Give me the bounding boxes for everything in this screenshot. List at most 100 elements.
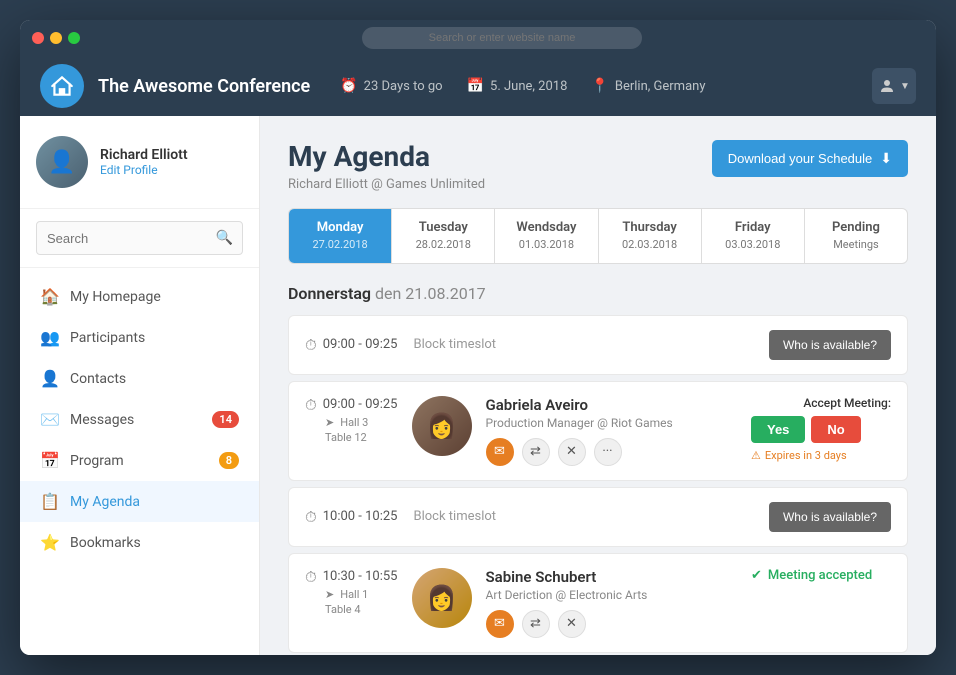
clock-icon: ⏱ [305, 508, 317, 526]
accepted-label: Meeting accepted [768, 568, 872, 583]
app-logo [40, 64, 84, 108]
time-range: ⏱ 09:00 - 09:25 [305, 396, 398, 414]
close-action-icon[interactable]: ✕ [558, 438, 586, 466]
timeslot-action: Who is available? [769, 330, 891, 360]
titlebar [20, 20, 936, 56]
navigate-icon: ➤ [325, 588, 334, 601]
sidebar-item-label: My Homepage [70, 289, 161, 305]
close-action-icon[interactable]: ✕ [558, 610, 586, 638]
tab-monday[interactable]: Monday 27.02.2018 [289, 209, 392, 263]
section-day: Donnerstag [288, 284, 371, 303]
sidebar-item-label: Program [70, 453, 124, 469]
titlebar-search-input[interactable] [362, 27, 642, 49]
time-text: 10:30 - 10:55 [323, 569, 398, 584]
logo-icon [49, 73, 75, 99]
tab-thursday[interactable]: Thursday 02.03.2018 [599, 209, 702, 263]
time-text: 09:00 - 09:25 [323, 397, 398, 412]
navigate-icon: ➤ [325, 416, 334, 429]
close-dot[interactable] [32, 32, 44, 44]
timeslot-row: ⏱ 10:30 - 10:55 ➤ Hall 1 Table 4 👩 Sabin… [288, 553, 908, 653]
time-block: ⏱ 09:00 - 09:25 ➤ Hall 3 Table 12 [305, 396, 398, 444]
search-wrap: 🔍 [36, 221, 243, 255]
who-is-available-button[interactable]: Who is available? [769, 330, 891, 360]
email-action-icon[interactable]: ✉ [486, 438, 514, 466]
sidebar-item-label: Bookmarks [70, 535, 141, 551]
table-location: Table 12 [305, 431, 398, 444]
who-is-available-button[interactable]: Who is available? [769, 502, 891, 532]
meeting-person-name: Gabriela Aveiro [486, 396, 752, 414]
expires-label: Expires in 3 days [765, 449, 847, 462]
section-date: den 21.08.2017 [375, 284, 486, 303]
clock-icon: ⏱ [305, 396, 317, 414]
time-range: ⏱ 10:30 - 10:55 [305, 568, 398, 586]
tab-friday[interactable]: Friday 03.03.2018 [702, 209, 805, 263]
time-block: ⏱ 10:00 - 10:25 [305, 508, 398, 526]
sidebar-item-label: Messages [70, 412, 134, 428]
expires-text: ⚠ Expires in 3 days [751, 449, 891, 462]
sidebar-item-messages[interactable]: ✉️ Messages 14 [20, 399, 259, 440]
sidebar-item-bookmarks[interactable]: ⭐ Bookmarks [20, 522, 259, 563]
shuffle-action-icon[interactable]: ⇄ [522, 610, 550, 638]
search-input[interactable] [36, 221, 243, 255]
meeting-person-role: Production Manager @ Riot Games [486, 416, 752, 430]
days-to-go-text: 23 Days to go [364, 79, 443, 94]
page-subtitle: Richard Elliott @ Games Unlimited [288, 177, 485, 192]
clock-icon: ⏱ [305, 568, 317, 586]
messages-icon: ✉️ [40, 410, 58, 429]
page-title: My Agenda [288, 140, 485, 173]
more-action-icon[interactable]: ··· [594, 438, 622, 466]
sidebar-item-myagenda[interactable]: 📋 My Agenda [20, 481, 259, 522]
conference-date: 📅 5. June, 2018 [467, 78, 568, 94]
time-text: 10:00 - 10:25 [323, 509, 398, 524]
profile-name: Richard Elliott [100, 147, 243, 163]
table-text: Table 12 [325, 431, 367, 444]
meeting-actions: ✉ ⇄ ✕ [486, 610, 752, 638]
avatar-image: 👤 [36, 136, 88, 188]
download-schedule-button[interactable]: Download your Schedule ⬇ [712, 140, 908, 177]
table-location: Table 4 [305, 603, 398, 616]
tab-day-date: Meetings [813, 237, 899, 252]
tab-day-name: Wendsday [503, 219, 589, 237]
time-range: ⏱ 10:00 - 10:25 [305, 508, 398, 526]
sidebar-item-program[interactable]: 📅 Program 8 [20, 440, 259, 481]
accept-meeting-label: Accept Meeting: [751, 396, 891, 410]
time-block: ⏱ 10:30 - 10:55 ➤ Hall 1 Table 4 [305, 568, 398, 616]
app-meta: ⏰ 23 Days to go 📅 5. June, 2018 📍 Berlin… [340, 78, 705, 94]
tab-day-name: Monday [297, 219, 383, 237]
conference-date-text: 5. June, 2018 [490, 79, 567, 94]
meeting-person-name: Sabine Schubert [486, 568, 752, 586]
maximize-dot[interactable] [68, 32, 80, 44]
email-action-icon[interactable]: ✉ [486, 610, 514, 638]
location-icon: 📍 [591, 78, 608, 94]
minimize-dot[interactable] [50, 32, 62, 44]
program-icon: 📅 [40, 451, 58, 470]
user-menu-button[interactable]: ▼ [872, 68, 916, 104]
titlebar-search-area [80, 27, 924, 49]
page-header-left: My Agenda Richard Elliott @ Games Unlimi… [288, 140, 485, 192]
sidebar-item-participants[interactable]: 👥 Participants [20, 317, 259, 358]
sidebar: 👤 Richard Elliott Edit Profile 🔍 🏠 My Ho… [20, 116, 260, 655]
meeting-person-avatar: 👩 [412, 568, 472, 628]
meeting-person-avatar: 👩 [412, 396, 472, 456]
shuffle-action-icon[interactable]: ⇄ [522, 438, 550, 466]
conference-location-text: Berlin, Germany [615, 79, 706, 94]
tab-pending[interactable]: Pending Meetings [805, 209, 907, 263]
participants-icon: 👥 [40, 328, 58, 347]
accept-yes-button[interactable]: Yes [751, 416, 805, 443]
tab-tuesday[interactable]: Tuesday 28.02.2018 [392, 209, 495, 263]
edit-profile-link[interactable]: Edit Profile [100, 163, 243, 177]
conference-location: 📍 Berlin, Germany [591, 78, 705, 94]
table-text: Table 4 [325, 603, 361, 616]
tab-wednesday[interactable]: Wendsday 01.03.2018 [495, 209, 598, 263]
tab-day-date: 28.02.2018 [400, 237, 486, 252]
home-icon: 🏠 [40, 287, 58, 306]
messages-badge: 14 [212, 411, 239, 428]
tab-day-date: 02.03.2018 [607, 237, 693, 252]
time-range: ⏱ 09:00 - 09:25 [305, 336, 398, 354]
time-location: ➤ Hall 3 [305, 416, 398, 429]
sidebar-item-contacts[interactable]: 👤 Contacts [20, 358, 259, 399]
accept-no-button[interactable]: No [811, 416, 860, 443]
app-header: The Awesome Conference ⏰ 23 Days to go 📅… [20, 56, 936, 116]
block-label: Block timeslot [398, 337, 769, 352]
sidebar-item-homepage[interactable]: 🏠 My Homepage [20, 276, 259, 317]
